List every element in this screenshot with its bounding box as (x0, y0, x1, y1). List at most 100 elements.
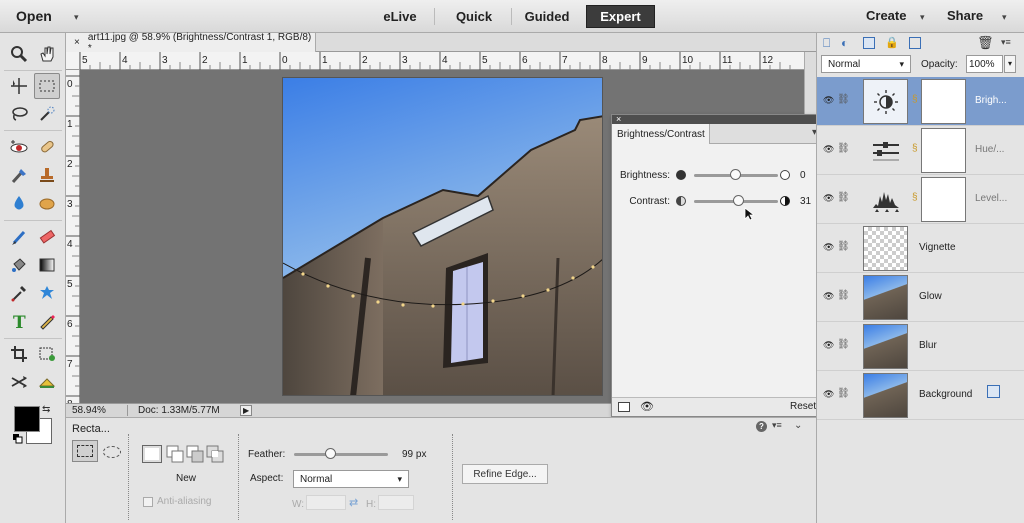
recompose-tool-icon[interactable] (34, 341, 60, 367)
adjustment-thumbnail[interactable] (863, 79, 908, 124)
layer-thumbnail[interactable] (863, 226, 908, 271)
sponge-tool-icon[interactable] (34, 190, 60, 216)
height-input[interactable] (378, 495, 414, 510)
create-dropdown-icon[interactable]: ▾ (920, 12, 925, 23)
mode-elive[interactable]: eLive (376, 5, 424, 28)
adjustment-layer-icon[interactable]: ◐ (841, 36, 848, 50)
zoom-tool-icon[interactable] (6, 41, 32, 67)
add-to-selection-icon[interactable] (166, 445, 186, 466)
content-aware-move-tool-icon[interactable] (6, 369, 32, 395)
contrast-value[interactable]: 31 (800, 196, 811, 207)
lock-all-icon[interactable]: 🔒 (885, 36, 899, 49)
layer-row-vignette[interactable]: 👁 ⛓ Vignette (817, 224, 1024, 273)
feather-value[interactable]: 99 px (402, 449, 426, 460)
mask-link-icon[interactable]: § (912, 192, 918, 203)
link-icon[interactable]: ⛓ (837, 192, 850, 203)
create-button[interactable]: Create (866, 8, 906, 23)
pencil-tool-icon[interactable] (34, 308, 60, 334)
visibility-eye-icon[interactable]: 👁 (823, 291, 834, 302)
straighten-tool-icon[interactable] (34, 369, 60, 395)
foreground-color-swatch[interactable] (14, 406, 40, 432)
layer-name[interactable]: Blur (919, 340, 937, 351)
layer-mask-thumbnail[interactable] (921, 177, 966, 222)
link-icon[interactable]: ⛓ (837, 388, 850, 399)
paint-bucket-tool-icon[interactable] (6, 252, 32, 278)
red-eye-tool-icon[interactable] (6, 134, 32, 160)
adjustment-thumbnail[interactable] (863, 128, 908, 173)
contrast-slider-knob[interactable] (733, 195, 745, 206)
status-menu-arrow-icon[interactable]: ▶ (240, 405, 253, 416)
layer-name[interactable]: Hue/... (975, 144, 1004, 155)
zoom-readout[interactable]: 58.94% (66, 405, 128, 416)
link-icon[interactable]: ⛓ (837, 143, 850, 154)
visibility-eye-icon[interactable]: 👁 (823, 193, 834, 204)
layer-name[interactable]: Brigh... (975, 95, 1007, 106)
brush-tool-icon[interactable] (6, 224, 32, 250)
collapse-options-icon[interactable]: ⌄ (794, 420, 802, 431)
open-button[interactable]: Open (16, 8, 52, 24)
link-icon[interactable]: ⛓ (837, 241, 850, 252)
layers-menu-icon[interactable]: ▾≡ (1001, 37, 1011, 48)
clip-to-layer-icon[interactable] (618, 402, 630, 412)
rectangular-marquee-tool-icon[interactable] (34, 73, 60, 99)
default-colors-icon[interactable] (13, 434, 23, 444)
reset-button[interactable]: Reset (790, 401, 816, 412)
elliptical-marquee-option-icon[interactable] (103, 446, 121, 458)
options-menu-icon[interactable]: ▾≡ (772, 420, 782, 431)
link-icon[interactable]: ⛓ (837, 94, 850, 105)
brightness-slider-knob[interactable] (730, 169, 741, 180)
mode-expert[interactable]: Expert (586, 5, 655, 28)
new-selection-icon[interactable] (142, 445, 162, 463)
layer-thumbnail[interactable] (863, 275, 908, 320)
feather-slider-track[interactable] (294, 453, 388, 456)
crop-tool-icon[interactable] (6, 341, 32, 367)
gradient-tool-icon[interactable] (34, 252, 60, 278)
layer-row-levels[interactable]: 👁 ⛓ § Level... (817, 175, 1024, 224)
smart-brush-tool-icon[interactable] (6, 162, 32, 188)
panel-close-icon[interactable]: × (616, 114, 621, 124)
open-dropdown-icon[interactable]: ▾ (74, 12, 79, 23)
mode-guided[interactable]: Guided (516, 5, 578, 28)
eyedropper-tool-icon[interactable] (6, 280, 32, 306)
mode-quick[interactable]: Quick (446, 5, 502, 28)
help-icon[interactable]: ? (756, 421, 767, 432)
layer-mask-thumbnail[interactable] (921, 79, 966, 124)
aspect-select[interactable]: Normal ▾ (293, 470, 409, 488)
eraser-tool-icon[interactable] (34, 224, 60, 250)
link-icon[interactable]: ⛓ (837, 290, 850, 301)
visibility-eye-icon[interactable]: 👁 (640, 400, 654, 413)
panel-title-bar[interactable]: × (612, 115, 828, 124)
swap-width-height-icon[interactable]: ⇄ (349, 496, 358, 509)
background-lock-icon[interactable] (987, 385, 1000, 398)
visibility-eye-icon[interactable]: 👁 (823, 144, 834, 155)
clone-stamp-tool-icon[interactable] (34, 162, 60, 188)
opacity-dropdown-icon[interactable]: ▾ (1004, 55, 1016, 73)
mask-link-icon[interactable]: § (912, 143, 918, 154)
delete-layer-icon[interactable]: 🗑 (977, 35, 994, 51)
document-tab[interactable]: × art11.jpg @ 58.9% (Brightness/Contrast… (66, 32, 316, 54)
swap-colors-icon[interactable]: ⇆ (42, 404, 50, 415)
brightness-contrast-tab[interactable]: Brightness/Contrast (612, 124, 710, 144)
layer-mask-thumbnail[interactable] (921, 128, 966, 173)
anti-aliasing-checkbox[interactable] (143, 497, 153, 507)
close-tab-icon[interactable]: × (74, 37, 80, 48)
layer-name[interactable]: Glow (919, 291, 942, 302)
layer-name[interactable]: Vignette (919, 242, 956, 253)
blur-tool-icon[interactable] (6, 190, 32, 216)
mask-link-icon[interactable]: § (912, 94, 918, 105)
layer-thumbnail[interactable] (863, 373, 908, 418)
layer-thumbnail[interactable] (863, 324, 908, 369)
custom-shape-tool-icon[interactable] (34, 280, 60, 306)
visibility-eye-icon[interactable]: 👁 (823, 340, 834, 351)
share-dropdown-icon[interactable]: ▾ (1002, 12, 1007, 23)
layer-row-brightness-contrast[interactable]: 👁 ⛓ § Brigh... (817, 77, 1024, 126)
share-button[interactable]: Share (947, 8, 983, 23)
brightness-value[interactable]: 0 (800, 170, 806, 181)
layer-mask-icon[interactable] (863, 37, 875, 49)
document-image[interactable] (282, 77, 603, 396)
quick-selection-tool-icon[interactable] (34, 101, 60, 127)
opacity-input[interactable]: 100% (966, 55, 1003, 73)
layer-row-glow[interactable]: 👁 ⛓ Glow (817, 273, 1024, 322)
lasso-tool-icon[interactable] (6, 101, 32, 127)
refine-edge-button[interactable]: Refine Edge... (462, 464, 548, 484)
